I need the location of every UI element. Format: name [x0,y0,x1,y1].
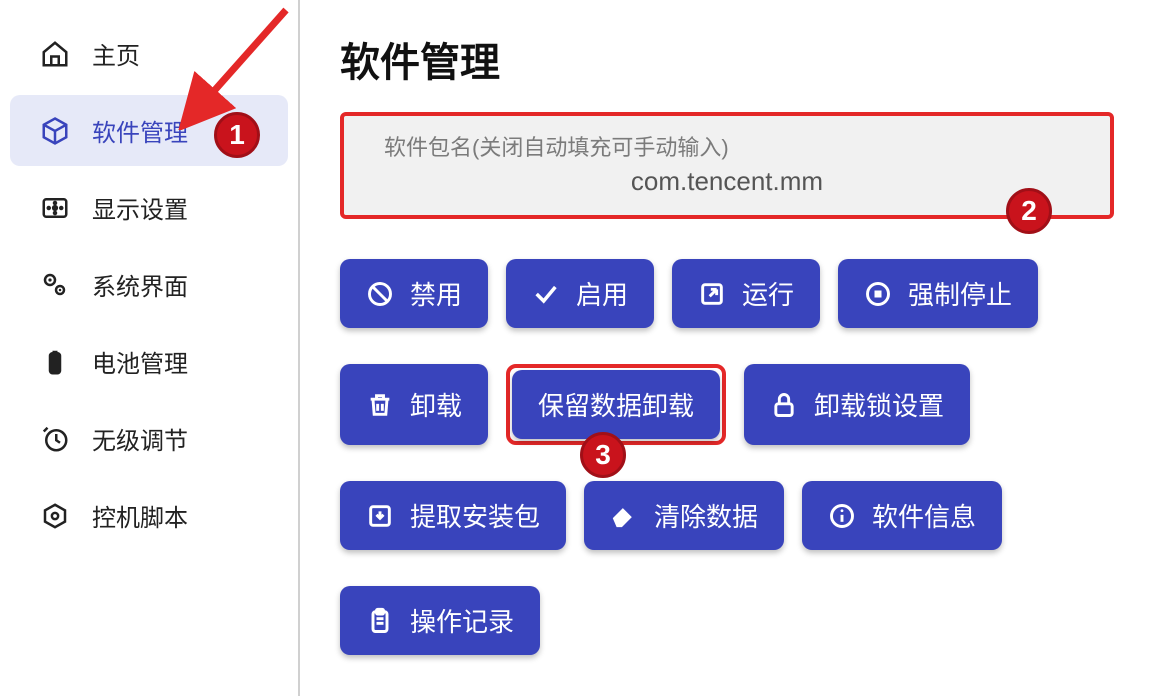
extract-apk-button[interactable]: 提取安装包 [340,481,566,550]
action-buttons: 禁用 启用 运行 强制停止 [340,259,1114,655]
package-icon [38,114,72,148]
hexagon-icon [38,499,72,533]
enable-button[interactable]: 启用 [506,259,654,328]
sidebar-item-label: 显示设置 [92,190,188,225]
info-icon [828,502,856,530]
highlight-box-3: 保留数据卸载 [506,364,726,445]
sidebar-item-label: 控机脚本 [92,498,188,533]
button-label: 卸载锁设置 [814,386,944,423]
ban-icon [366,280,394,308]
sidebar-item-battery[interactable]: 电池管理 [10,326,288,397]
keep-data-uninstall-button[interactable]: 保留数据卸载 [512,370,720,439]
app-info-button[interactable]: 软件信息 [802,481,1002,550]
main-panel: 软件管理 软件包名(关闭自动填充可手动输入) com.tencent.mm 禁用… [300,0,1154,696]
run-button[interactable]: 运行 [672,259,820,328]
package-input-label: 软件包名(关闭自动填充可手动输入) [384,130,1070,162]
button-label: 保留数据卸载 [538,386,694,423]
button-label: 提取安装包 [410,497,540,534]
button-label: 禁用 [410,275,462,312]
op-log-button[interactable]: 操作记录 [340,586,540,655]
force-stop-button[interactable]: 强制停止 [838,259,1038,328]
button-label: 软件信息 [872,497,976,534]
eraser-icon [610,502,638,530]
clock-icon [38,422,72,456]
display-icon [38,191,72,225]
check-icon [532,280,560,308]
annotation-arrow-icon [166,0,296,130]
battery-icon [38,345,72,379]
sidebar-item-display[interactable]: 显示设置 [10,172,288,243]
button-label: 启用 [576,275,628,312]
gears-icon [38,268,72,302]
home-icon [38,37,72,71]
download-icon [366,502,394,530]
button-label: 运行 [742,275,794,312]
page-title: 软件管理 [340,30,1114,88]
annotation-badge-1: 1 [214,112,260,158]
trash-icon [366,391,394,419]
disable-button[interactable]: 禁用 [340,259,488,328]
button-label: 强制停止 [908,275,1012,312]
sidebar-item-label: 电池管理 [92,344,188,379]
sidebar-item-label: 系统界面 [92,267,188,302]
button-label: 操作记录 [410,602,514,639]
sidebar-item-stepless[interactable]: 无级调节 [10,403,288,474]
sidebar-item-label: 主页 [92,36,140,71]
clipboard-icon [366,607,394,635]
uninstall-lock-button[interactable]: 卸载锁设置 [744,364,970,445]
annotation-badge-3: 3 [580,432,626,478]
package-input-box[interactable]: 软件包名(关闭自动填充可手动输入) com.tencent.mm [340,112,1114,219]
annotation-badge-2: 2 [1006,188,1052,234]
stop-icon [864,280,892,308]
launch-icon [698,280,726,308]
sidebar-item-label: 无级调节 [92,421,188,456]
sidebar-item-script[interactable]: 控机脚本 [10,480,288,551]
clear-data-button[interactable]: 清除数据 [584,481,784,550]
sidebar-item-system-ui[interactable]: 系统界面 [10,249,288,320]
lock-icon [770,391,798,419]
button-label: 卸载 [410,386,462,423]
button-label: 清除数据 [654,497,758,534]
uninstall-button[interactable]: 卸载 [340,364,488,445]
package-input-value: com.tencent.mm [384,166,1070,197]
